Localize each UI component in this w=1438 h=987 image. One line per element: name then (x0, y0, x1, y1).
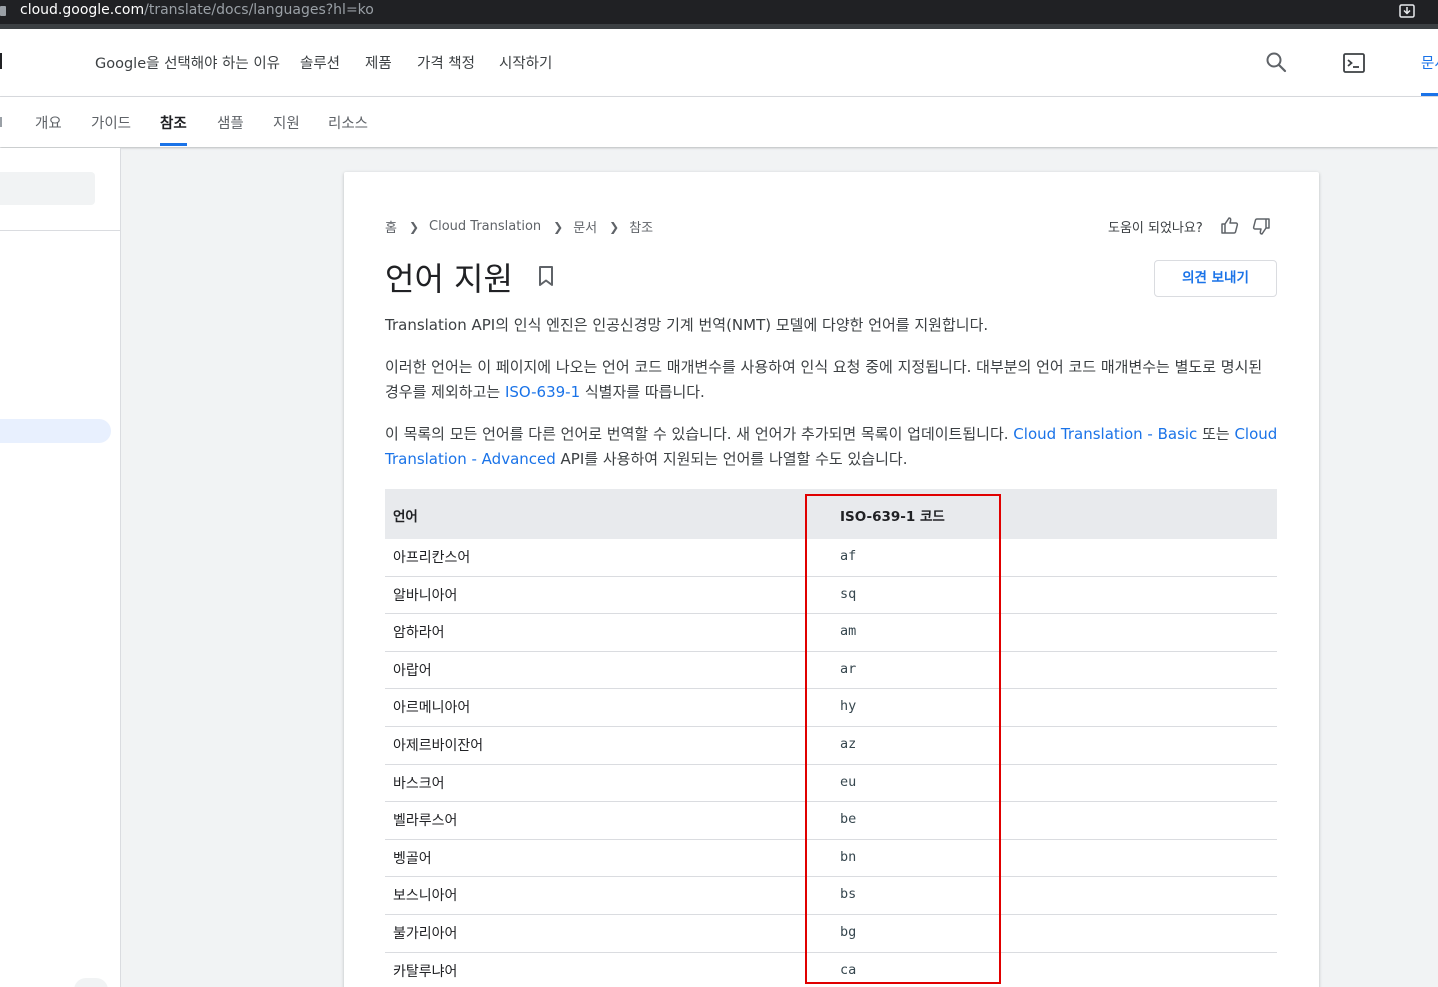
tab-samples[interactable]: 샘플 (217, 112, 244, 133)
nav-why-google[interactable]: Google을 선택해야 하는 이유 (95, 52, 280, 73)
thumb-down-icon[interactable] (1251, 216, 1271, 236)
tab-resources[interactable]: 리소스 (328, 112, 368, 133)
sidebar-divider (0, 230, 121, 231)
cloud-shell-icon[interactable] (1342, 51, 1366, 75)
language-name: 카탈루냐어 (393, 963, 458, 980)
browser-address-bar[interactable]: cloud.google.com/translate/docs/language… (0, 0, 1438, 24)
language-code: bs (840, 886, 857, 903)
table-row: 불가리아어 bg (385, 914, 1277, 953)
tab-reference[interactable]: 참조 (160, 112, 187, 133)
thumb-up-icon[interactable] (1220, 216, 1240, 236)
sidebar-item-selected[interactable] (0, 419, 111, 443)
language-name: 아랍어 (393, 662, 432, 679)
language-code: sq (840, 585, 857, 602)
chevron-right-icon: ❯ (609, 219, 620, 234)
language-code: eu (840, 773, 857, 790)
language-name: 보스니아어 (393, 888, 458, 905)
chevron-right-icon: ❯ (553, 219, 564, 234)
install-icon[interactable] (1398, 2, 1416, 20)
search-icon[interactable] (1265, 51, 1287, 73)
nav-docs[interactable]: 문서 (1421, 52, 1438, 73)
language-name: 아제르바이잔어 (393, 737, 484, 754)
table-row: 알바니아어 sq (385, 576, 1277, 615)
left-sidebar (0, 148, 121, 987)
nav-solutions[interactable]: 솔루션 (300, 52, 340, 73)
table-row: 벨라루스어 be (385, 802, 1277, 840)
translation-paragraph: 이 목록의 모든 언어를 다른 언어로 번역할 수 있습니다. 새 언어가 추가… (385, 422, 1280, 472)
language-code: ar (840, 660, 857, 677)
p3-text-mid: 또는 (1197, 425, 1235, 443)
language-name: 벨라루스어 (393, 813, 458, 830)
url-path: /translate/docs/languages?hl=ko (144, 2, 374, 18)
lock-icon (0, 6, 6, 16)
language-name: 암하라어 (393, 625, 445, 642)
table-row: 카탈루냐어 ca (385, 952, 1277, 987)
language-code: hy (840, 698, 857, 715)
table-header: 언어 ISO-639-1 코드 (385, 489, 1277, 539)
helpful-label: 도움이 되었나요? (1108, 221, 1203, 236)
header-iso-code: ISO-639-1 코드 (840, 509, 945, 525)
tab-support[interactable]: 지원 (273, 112, 300, 133)
send-feedback-button[interactable]: 의견 보내기 (1154, 260, 1277, 297)
table-row: 암하라어 am (385, 614, 1277, 652)
iso-639-1-link[interactable]: ISO-639-1 (505, 383, 580, 401)
p2-text-end: 식별자를 따릅니다. (580, 383, 705, 401)
breadcrumb-home[interactable]: 홈 (385, 217, 397, 236)
language-name: 아프리칸스어 (393, 550, 471, 566)
language-name: 벵골어 (393, 850, 432, 867)
p3-text-start: 이 목록의 모든 언어를 다른 언어로 번역할 수 있습니다. 새 언어가 추가… (385, 425, 1014, 443)
breadcrumb-cloud-translation[interactable]: Cloud Translation (429, 219, 541, 234)
page-title: 언어 지원 (385, 260, 513, 298)
language-table: 언어 ISO-639-1 코드 아프리칸스어 af 알바니아어 sq 암하라어 am 아랍어… (385, 489, 1277, 987)
language-code-paragraph: 이러한 언어는 이 페이지에 나오는 언어 코드 매개변수를 사용하여 인식 요… (385, 355, 1280, 405)
sidebar-collapse-button[interactable] (74, 978, 108, 987)
language-name: 바스크어 (393, 775, 445, 792)
language-name: 아르메니아어 (393, 700, 471, 717)
breadcrumb-docs[interactable]: 문서 (573, 217, 597, 236)
breadcrumb-reference[interactable]: 참조 (629, 217, 653, 236)
language-name: 알바니아어 (393, 587, 458, 604)
sub-navigation: 개요 가이드 참조 샘플 지원 리소스 (0, 97, 1438, 147)
table-row: 아프리칸스어 af (385, 539, 1277, 577)
nav-get-started[interactable]: 시작하기 (499, 52, 552, 73)
language-code: bn (840, 848, 857, 865)
tab-active-indicator (160, 143, 187, 146)
content-card: 홈 ❯ Cloud Translation ❯ 문서 ❯ 참조 도움이 되었나요… (344, 172, 1319, 987)
table-row: 아제르바이잔어 az (385, 726, 1277, 765)
url-text[interactable]: cloud.google.com/translate/docs/language… (20, 2, 374, 18)
chevron-right-icon: ❯ (408, 219, 420, 234)
language-name: 불가리아어 (393, 925, 458, 942)
bookmark-icon[interactable] (537, 265, 555, 287)
translation-basic-link[interactable]: Cloud Translation - Basic (1013, 425, 1197, 443)
logo-edge (0, 53, 2, 69)
language-code: bg (840, 923, 857, 940)
docs-active-indicator (1421, 93, 1438, 96)
sidebar-filter-input[interactable] (0, 172, 95, 205)
table-body: 아프리칸스어 af 알바니아어 sq 암하라어 am 아랍어 ar 아르메니아어 hy 아제르바이잔… (385, 539, 1277, 987)
nav-pricing[interactable]: 가격 책정 (417, 52, 475, 73)
language-code: be (840, 811, 857, 828)
table-row: 바스크어 eu (385, 764, 1277, 803)
tab-overview[interactable]: 개요 (35, 112, 62, 133)
table-row: 아랍어 ar (385, 651, 1277, 690)
language-code: am (840, 623, 857, 640)
breadcrumb: 홈 ❯ Cloud Translation ❯ 문서 ❯ 참조 (385, 217, 653, 236)
intro-paragraph: Translation API의 인식 엔진은 인공신경망 기계 번역(NMT)… (385, 316, 989, 334)
tab-guides[interactable]: 가이드 (91, 112, 131, 133)
table-row: 벵골어 bn (385, 839, 1277, 878)
language-code: ca (840, 961, 857, 978)
language-code: az (840, 735, 857, 752)
language-code: af (840, 548, 857, 564)
table-row: 보스니아어 bs (385, 877, 1277, 915)
url-host: cloud.google.com (20, 2, 145, 18)
nav-products[interactable]: 제품 (365, 52, 392, 73)
subnav-edge (0, 117, 2, 127)
top-navigation: Google을 선택해야 하는 이유 솔루션 제품 가격 책정 시작하기 문서 (0, 29, 1438, 97)
table-row: 아르메니아어 hy (385, 689, 1277, 727)
header-language: 언어 (393, 509, 418, 525)
p3-text-end: API를 사용하여 지원되는 언어를 나열할 수도 있습니다. (555, 450, 908, 468)
